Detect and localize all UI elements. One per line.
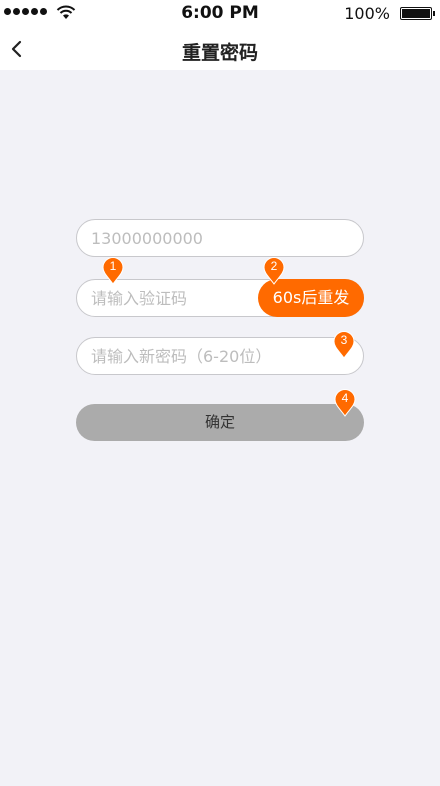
marker-number: 3: [340, 333, 348, 347]
phone-input[interactable]: [91, 220, 351, 256]
status-bar: 6:00 PM 100%: [0, 0, 440, 28]
confirm-button[interactable]: 确定: [76, 404, 364, 441]
marker-number: 4: [341, 391, 349, 405]
annotation-marker-3: 3: [333, 331, 355, 359]
phone-field[interactable]: [76, 219, 364, 257]
marker-number: 1: [109, 259, 117, 273]
annotation-marker-2: 2: [263, 257, 285, 285]
verification-code-input[interactable]: [91, 280, 251, 316]
annotation-marker-4: 4: [334, 389, 356, 417]
annotation-marker-1: 1: [102, 257, 124, 285]
new-password-input[interactable]: [91, 338, 351, 374]
page-title: 重置密码: [181, 42, 258, 64]
battery-percent: 100%: [344, 4, 390, 23]
nav-bar: 重置密码: [0, 28, 440, 70]
new-password-field[interactable]: [76, 337, 364, 375]
marker-number: 2: [270, 259, 278, 273]
battery-icon: [400, 7, 435, 20]
